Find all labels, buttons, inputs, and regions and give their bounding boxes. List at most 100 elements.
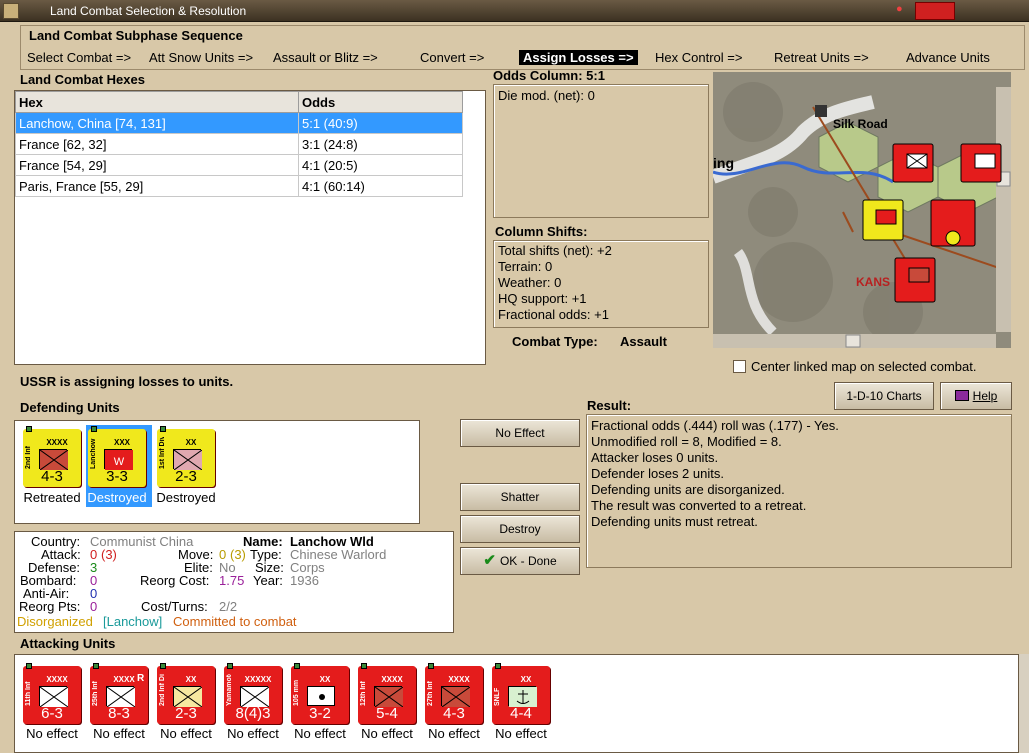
hex-cell: France [54, 29]	[15, 154, 299, 176]
shift-line: Terrain: 0	[498, 259, 553, 274]
unit-marker	[294, 663, 300, 669]
attacking-unit-counter[interactable]: 12th Inf XXXX 5-4	[358, 663, 416, 724]
unit-status-label: Destroyed	[87, 490, 147, 505]
help-button[interactable]: Help	[940, 382, 1012, 410]
hexes-table: Hex Odds Lanchow, China [74, 131] 5:1 (40…	[14, 90, 486, 365]
charts-button[interactable]: 1-D-10 Charts	[834, 382, 934, 410]
close-button[interactable]	[915, 2, 955, 20]
unit-type-icon	[441, 686, 470, 707]
unit-status-label: No effect	[227, 726, 279, 741]
odds-cell: 5:1 (40:9)	[298, 112, 463, 134]
unit-name: 27th Inf	[427, 681, 434, 706]
unit-type-icon	[173, 449, 202, 470]
hex-cell: France [62, 32]	[15, 133, 299, 155]
result-line: Attacker loses 0 units.	[591, 450, 719, 465]
committed-status: Committed to combat	[173, 614, 297, 629]
odds-cell: 3:1 (24:8)	[298, 133, 463, 155]
unit-marker	[361, 663, 367, 669]
reorg-pts-value: 0	[90, 599, 98, 614]
linked-map[interactable]: Silk Road ing KANS	[713, 72, 1011, 348]
unit-type-icon	[508, 686, 537, 707]
defending-unit-counter[interactable]: 1st Inf Div XX 2-3	[157, 426, 215, 487]
unit-name: 25th Inf	[92, 681, 99, 706]
hex-row[interactable]: Lanchow, China [74, 131] 5:1 (40:9)	[15, 112, 463, 134]
unit-strength: 4-3	[41, 468, 63, 485]
disorganized-status: Disorganized	[17, 614, 93, 629]
attacking-unit-counter[interactable]: 105 mm XX 3-2	[291, 663, 349, 724]
town-label: ing	[713, 155, 734, 171]
attacking-unit-counter[interactable]: 11th Inf XXXX 6-3	[23, 663, 81, 724]
kans-label: KANS	[856, 275, 891, 289]
ok-done-button[interactable]: ✔ OK - Done	[460, 547, 580, 575]
unit-size: XX	[185, 675, 197, 684]
combat-type-label: Combat Type:	[512, 334, 598, 349]
hex-row[interactable]: France [54, 29] 4:1 (20:5)	[15, 154, 463, 176]
shift-line: Fractional odds: +1	[498, 307, 609, 322]
unit-size: XX	[520, 675, 532, 684]
unit-strength: 8(4)3	[235, 705, 271, 722]
result-box: Fractional odds (.444) roll was (.177) -…	[586, 414, 1012, 568]
unit-marker	[160, 426, 166, 432]
unit-status-label: No effect	[361, 726, 413, 741]
unit-strength: 3-2	[309, 705, 331, 722]
col-hex[interactable]: Hex	[15, 91, 299, 113]
unit-tag: R	[137, 673, 145, 684]
attacking-unit-counter[interactable]: 25th Inf XXXX 8-3 R	[90, 663, 148, 724]
destroy-button[interactable]: Destroy	[460, 515, 580, 543]
subphase-step: Att Snow Units =>	[149, 50, 254, 65]
defending-unit-counter[interactable]: 2nd Inf XXXX 4-3	[23, 426, 81, 487]
map-terrain	[713, 72, 1011, 348]
no-effect-button[interactable]: No Effect	[460, 419, 580, 447]
hex-row[interactable]: Paris, France [55, 29] 4:1 (60:14)	[15, 175, 463, 197]
unit-status-label: Retreated	[23, 490, 81, 505]
attacking-unit-counter[interactable]: Yamamoto XXXXX 8(4)3	[224, 663, 282, 724]
unit-type-icon	[106, 686, 135, 707]
unit-strength: 6-3	[41, 705, 63, 722]
year-value: 1936	[290, 573, 319, 588]
attacking-unit-counter[interactable]: 2nd Inf Div XX 2-3	[157, 663, 215, 724]
unit-name: 11th Inf	[25, 681, 32, 706]
unit-name: SNLF	[494, 687, 501, 706]
subphase-step: Advance Units	[906, 50, 990, 65]
shift-line: Total shifts (net): +2	[498, 243, 612, 258]
hex-cell: Paris, France [55, 29]	[15, 175, 299, 197]
result-line: Fractional odds (.444) roll was (.177) -…	[591, 418, 839, 433]
center-map-checkbox[interactable]	[733, 360, 746, 373]
odds-cell: 4:1 (20:5)	[298, 154, 463, 176]
hex-cell: Lanchow, China [74, 131]	[15, 112, 299, 134]
hex-row[interactable]: France [62, 32] 3:1 (24:8)	[15, 133, 463, 155]
unit-type-icon: W	[104, 449, 133, 470]
unit-strength: 3-3	[106, 468, 128, 485]
unit-name: 2nd Inf Div	[159, 674, 166, 706]
attacking-unit-counter[interactable]: 27th Inf XXXX 4-3	[425, 663, 483, 724]
shift-line: HQ support: +1	[498, 291, 587, 306]
unit-size: XX	[185, 438, 197, 447]
odds-box: Die mod. (net): 0	[493, 84, 709, 218]
unit-type-icon	[374, 686, 403, 707]
shifts-box: Total shifts (net): +2 Terrain: 0 Weather:…	[493, 240, 709, 328]
combat-type-value: Assault	[620, 334, 667, 349]
attack-base: (3)	[101, 547, 117, 562]
unit-name: 12th Inf	[360, 681, 367, 706]
defending-unit-counter[interactable]: Lanchow Wld XXX W 3-3	[88, 426, 146, 487]
reorg-pts-label: Reorg Pts:	[19, 599, 81, 614]
die-mod: Die mod. (net): 0	[498, 88, 595, 103]
reorg-cost-value: 1.75	[219, 573, 245, 588]
unit-size: XXXX	[381, 675, 403, 684]
attacking-scrollbar[interactable]	[1019, 654, 1029, 753]
unit-status-label: No effect	[495, 726, 547, 741]
shatter-button[interactable]: Shatter	[460, 483, 580, 511]
unit-name: 2nd Inf	[25, 446, 32, 469]
unit-marker	[160, 663, 166, 669]
unit-strength: 2-3	[175, 705, 197, 722]
result-line: Defending units must retreat.	[591, 514, 758, 529]
title-bar: Land Combat Selection & Resolution ●	[0, 0, 1029, 22]
shift-line: Weather: 0	[498, 275, 562, 290]
odds-heading: Odds Column: 5:1	[493, 68, 605, 83]
unit-marker	[428, 663, 434, 669]
unit-marker	[495, 663, 501, 669]
col-odds[interactable]: Odds	[298, 91, 463, 113]
unit-status-label: No effect	[428, 726, 480, 741]
attacking-unit-counter[interactable]: SNLF XX 4-4	[492, 663, 550, 724]
unit-marker	[227, 663, 233, 669]
